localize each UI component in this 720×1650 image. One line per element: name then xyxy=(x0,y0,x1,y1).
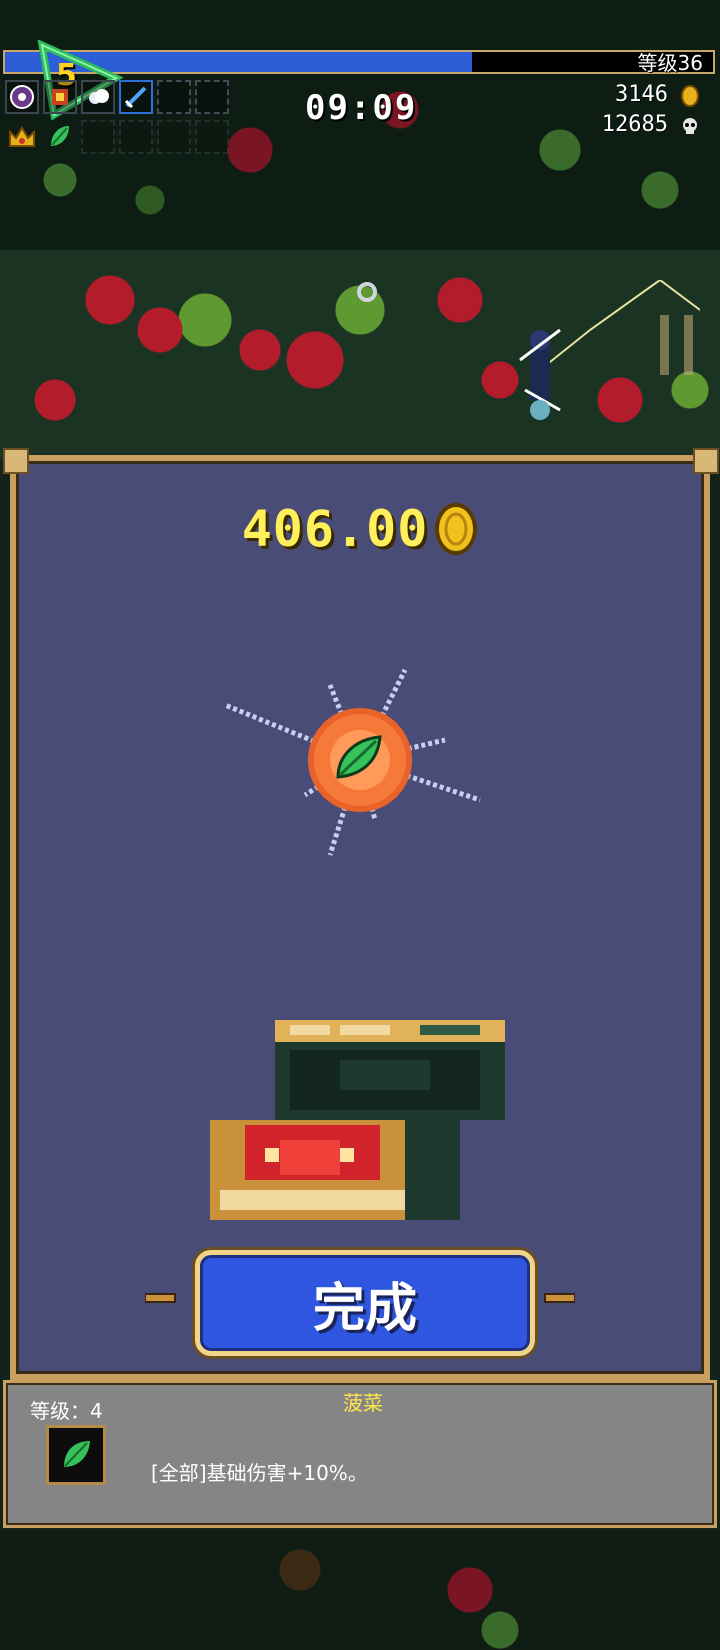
treasure-chest-icon xyxy=(210,1020,505,1220)
treasure-chest-panel xyxy=(10,455,710,1380)
magic-circle-icon xyxy=(10,85,34,109)
done-button[interactable]: 完成 xyxy=(195,1250,535,1356)
passive-slot-empty xyxy=(119,120,153,154)
game-field-bottom xyxy=(0,1530,720,1650)
player-level: 等级36 xyxy=(637,51,703,75)
game-field-middle xyxy=(0,250,720,460)
right-pointer-icon xyxy=(544,1293,575,1303)
weapon-slots xyxy=(5,80,229,114)
item-info-panel: 等级：4 菠菜 [全部]基础伤害+10%。 xyxy=(3,1380,717,1528)
gold-coin-icon xyxy=(435,503,478,555)
spinach-icon xyxy=(51,126,69,146)
skull-icon xyxy=(683,118,697,134)
left-pointer-icon xyxy=(145,1293,176,1303)
weapon-slot xyxy=(43,80,77,114)
item-icon-frame xyxy=(46,1425,106,1485)
blue-sword-icon xyxy=(124,86,147,109)
panel-corner xyxy=(3,448,29,474)
gold-coin-icon xyxy=(681,85,699,107)
passive-slot-empty xyxy=(195,120,229,154)
passive-slot xyxy=(5,120,39,154)
weapon-slot xyxy=(119,80,153,114)
ring-pickup-icon xyxy=(357,282,377,302)
fire-wand-icon xyxy=(52,89,68,105)
crown-icon xyxy=(9,126,35,147)
kill-count: 12685 xyxy=(601,112,668,137)
panel-corner xyxy=(693,448,719,474)
passive-slot-empty xyxy=(81,120,115,154)
weapon-slot-empty xyxy=(195,80,229,114)
passive-slot xyxy=(43,120,77,154)
item-description: [全部]基础伤害+10%。 xyxy=(151,1461,368,1485)
weapon-slot xyxy=(81,80,115,114)
passive-slot-empty xyxy=(157,120,191,154)
reward-item-orb xyxy=(224,668,481,856)
passive-slots xyxy=(5,120,229,154)
done-button-label: 完成 xyxy=(312,1278,417,1339)
cloud-icon xyxy=(89,89,109,104)
survival-timer: 09:09 xyxy=(305,88,418,128)
spinach-icon xyxy=(64,1441,90,1467)
gold-reward: 406.00 xyxy=(0,500,720,558)
weapon-slot-empty xyxy=(157,80,191,114)
weapon-slot xyxy=(5,80,39,114)
item-name: 菠菜 xyxy=(343,1391,383,1415)
pause-button[interactable] xyxy=(658,315,698,375)
gold-count: 3146 xyxy=(615,82,668,107)
gold-reward-amount: 406.00 xyxy=(241,500,429,558)
game-screen: 等级36 5 09:09 3146 12685 406.00 完成 等级：4 菠… xyxy=(0,0,720,1650)
